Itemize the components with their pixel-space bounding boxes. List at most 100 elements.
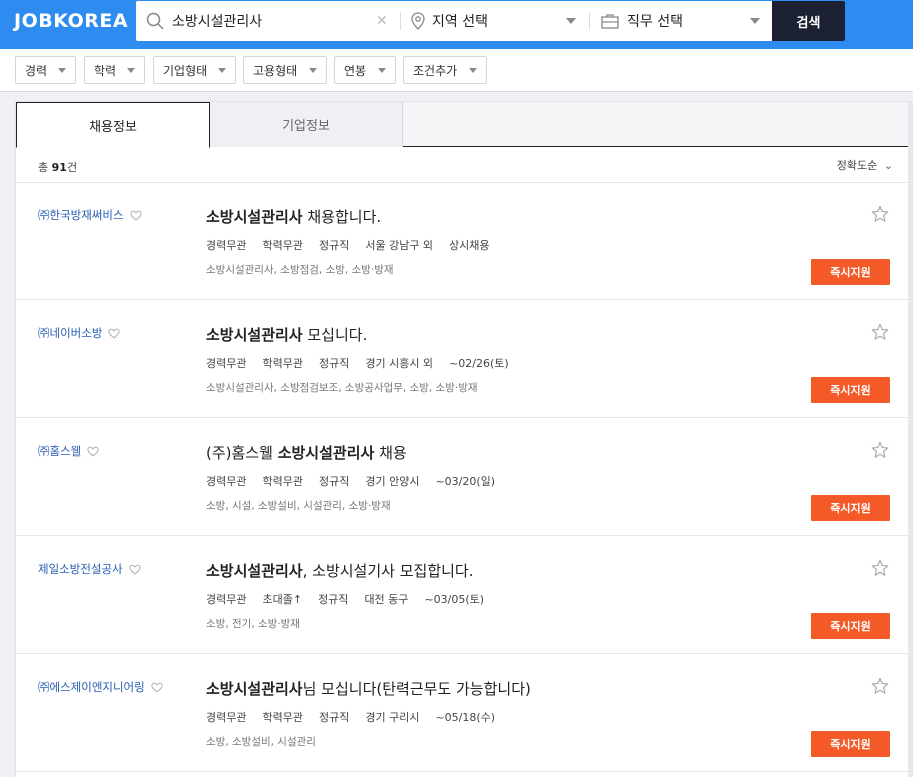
- apply-now-button[interactable]: 즉시지원: [811, 731, 890, 757]
- count-prefix: 총: [38, 161, 49, 174]
- meta-item: 경력무관: [206, 357, 247, 370]
- chevron-down-icon: [469, 67, 477, 73]
- company-name[interactable]: 제일소방전설공사: [38, 561, 141, 577]
- title-keyword: 소방시설관리사: [206, 562, 303, 580]
- company-name[interactable]: ㈜한국방재써비스: [38, 207, 142, 223]
- title-keyword: 소방시설관리사: [206, 326, 303, 344]
- filter-employment-type[interactable]: 고용형태: [243, 56, 327, 84]
- jobkorea-logo[interactable]: JOBKOREA: [14, 10, 128, 32]
- job-title[interactable]: 소방시설관리사, 소방시설기사 모집합니다.: [206, 560, 473, 581]
- location-pin-icon: [411, 12, 425, 30]
- star-icon[interactable]: [871, 441, 889, 459]
- search-bar: 소방시설관리사 ✕ 지역 선택 직무 선택: [136, 1, 772, 41]
- sort-label: 정확도순: [836, 159, 878, 172]
- meta-item: 학력무관: [262, 239, 303, 252]
- heart-icon[interactable]: [129, 210, 142, 221]
- company-name[interactable]: ㈜네이버소방: [38, 325, 121, 341]
- title-rest: 모십니다.: [302, 326, 368, 344]
- tab-company-info[interactable]: 기업정보: [210, 102, 403, 147]
- chevron-down-icon: [58, 67, 66, 73]
- job-row[interactable]: ㈜홈스웰 (주)홈스웰 소방시설관리사 채용 경력무관 학력무관 정규직 경기 안양시…: [16, 418, 913, 536]
- company-name[interactable]: ㈜에스제이엔지니어링: [38, 679, 163, 695]
- filter-label: 학력: [94, 63, 117, 78]
- title-prefix: (주)홈스웰: [206, 444, 278, 462]
- star-icon[interactable]: [871, 677, 889, 695]
- job-title[interactable]: 소방시설관리사님 모십니다(탄력근무도 가능합니다): [206, 678, 531, 699]
- chevron-down-icon: [309, 67, 317, 73]
- region-select[interactable]: 지역 선택: [410, 11, 488, 31]
- job-meta: 경력무관 학력무관 정규직 서울 강남구 외 상시채용: [206, 237, 506, 253]
- filter-bar: 경력 학력 기업형태 고용형태 연봉 조건추가: [0, 49, 913, 92]
- job-tags: 소방, 소방설비, 시설관리: [206, 736, 316, 748]
- heart-icon[interactable]: [151, 682, 163, 693]
- apply-now-button[interactable]: 즉시지원: [811, 377, 890, 403]
- company-label: ㈜홈스웰: [38, 444, 82, 458]
- title-rest: , 소방시설기사 모집합니다.: [302, 562, 474, 580]
- meta-item: 서울 강남구 외: [365, 239, 434, 252]
- job-row[interactable]: ㈜네이버소방 소방시설관리사 모십니다. 경력무관 학력무관 정규직 경기 시흥시 외…: [16, 300, 913, 418]
- filter-label: 연봉: [344, 63, 367, 78]
- job-tags: 소방, 전기, 소방·방재: [206, 618, 300, 630]
- title-rest: 님 모십니다(탄력근무도 가능합니다): [302, 680, 531, 698]
- search-icon: [146, 12, 164, 30]
- company-label: 제일소방전설공사: [38, 562, 123, 576]
- divider: [589, 12, 590, 30]
- job-row[interactable]: ㈜에스제이엔지니어링 소방시설관리사님 모십니다(탄력근무도 가능합니다) 경력…: [16, 654, 913, 772]
- count-suffix: 건: [66, 161, 78, 174]
- meta-item: 정규직: [318, 475, 350, 488]
- filter-add-condition[interactable]: 조건추가: [403, 56, 487, 84]
- meta-item: 경기 구리시: [365, 711, 420, 724]
- meta-item: ~03/05(토): [424, 593, 485, 606]
- filter-company-type[interactable]: 기업형태: [153, 56, 236, 84]
- region-label: 지역 선택: [432, 14, 488, 30]
- company-label: ㈜에스제이엔지니어링: [38, 680, 145, 694]
- job-title[interactable]: (주)홈스웰 소방시설관리사 채용: [206, 442, 407, 463]
- chevron-down-icon: [127, 67, 135, 73]
- job-meta: 경력무관 학력무관 정규직 경기 안양시 ~03/20(일): [206, 473, 511, 489]
- chevron-down-icon: [750, 18, 760, 24]
- title-keyword: 소방시설관리사: [206, 208, 303, 226]
- filter-salary[interactable]: 연봉: [334, 56, 396, 84]
- star-icon[interactable]: [871, 559, 889, 577]
- title-rest: 채용: [374, 444, 407, 462]
- apply-now-button[interactable]: 즉시지원: [811, 495, 890, 521]
- filter-label: 조건추가: [413, 63, 458, 78]
- job-row[interactable]: 제일소방전설공사 소방시설관리사, 소방시설기사 모집합니다. 경력무관 초대졸↑…: [16, 536, 913, 654]
- meta-item: 정규직: [318, 711, 350, 724]
- filter-career[interactable]: 경력: [15, 56, 76, 84]
- star-icon[interactable]: [871, 323, 889, 341]
- tab-job-info[interactable]: 채용정보: [16, 102, 210, 148]
- apply-now-button[interactable]: 즉시지원: [811, 613, 890, 639]
- meta-item: 초대졸↑: [262, 593, 303, 606]
- top-header: JOBKOREA 소방시설관리사 ✕ 지역 선택 직무 선택 검색: [0, 0, 913, 49]
- meta-item: ~03/20(일): [435, 475, 496, 488]
- chevron-down-icon: ⌄: [883, 159, 893, 172]
- title-rest: 채용합니다.: [302, 208, 382, 226]
- apply-now-button[interactable]: 즉시지원: [811, 259, 890, 285]
- job-select[interactable]: 직무 선택: [601, 11, 683, 31]
- search-button[interactable]: 검색: [772, 1, 845, 41]
- filter-education[interactable]: 학력: [84, 56, 145, 84]
- heart-icon[interactable]: [87, 446, 99, 457]
- job-row[interactable]: ㈜한국방재써비스 소방시설관리사 채용합니다. 경력무관 학력무관 정규직 서울 강남…: [16, 182, 913, 300]
- divider: [400, 12, 401, 30]
- tab-filler: [403, 102, 913, 146]
- clear-icon[interactable]: ✕: [376, 13, 388, 29]
- meta-item: 경력무관: [206, 475, 247, 488]
- star-icon[interactable]: [871, 205, 889, 223]
- meta-item: 대전 동구: [364, 593, 409, 606]
- job-title[interactable]: 소방시설관리사 채용합니다.: [206, 206, 381, 227]
- company-name[interactable]: ㈜홈스웰: [38, 443, 99, 459]
- filter-label: 경력: [25, 63, 48, 78]
- briefcase-icon: [601, 14, 619, 29]
- meta-item: 정규직: [318, 239, 350, 252]
- meta-item: 정규직: [318, 357, 350, 370]
- heart-icon[interactable]: [108, 328, 121, 339]
- sort-dropdown[interactable]: 정확도순 ⌄: [837, 157, 893, 173]
- job-title[interactable]: 소방시설관리사 모십니다.: [206, 324, 367, 345]
- search-input[interactable]: 소방시설관리사: [172, 11, 262, 31]
- filter-label: 기업형태: [163, 63, 208, 78]
- job-meta: 경력무관 초대졸↑ 정규직 대전 동구 ~03/05(토): [206, 591, 500, 607]
- scrollbar[interactable]: [908, 101, 913, 777]
- heart-icon[interactable]: [129, 564, 141, 575]
